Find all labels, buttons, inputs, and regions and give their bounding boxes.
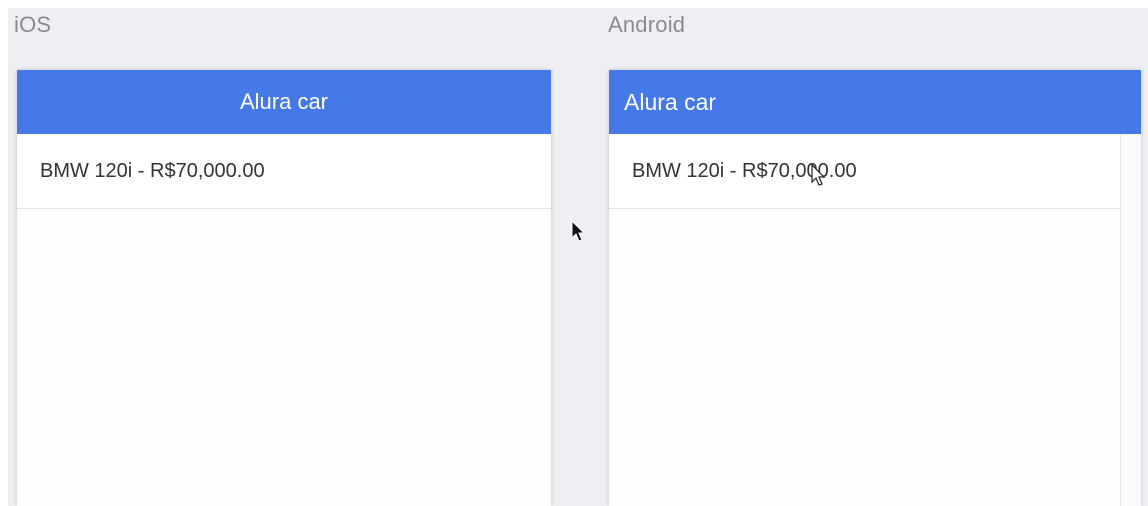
ios-app-title: Alura car [239,89,329,114]
ios-device-preview: Alura car BMW 120i - R$70,000.00 [17,70,551,506]
android-scrollbar-track[interactable] [1120,134,1141,506]
mouse-pointer-icon [571,220,586,242]
android-list-item[interactable]: BMW 120i - R$70,000.00 [609,134,1121,209]
ios-navigation-bar: Alura car [17,70,551,134]
ios-list-item-label: BMW 120i - R$70,000.00 [40,159,265,182]
mouse-pointer-outline-icon [811,164,826,186]
android-app-title: Alura car [624,88,717,115]
ios-list-item[interactable]: BMW 120i - R$70,000.00 [17,134,551,209]
ios-platform-label: iOS [14,12,52,37]
preview-canvas: iOS Android Alura car BMW 120i - R$70,00… [8,8,1148,506]
android-device-preview: Alura car BMW 120i - R$70,000.00 [609,70,1141,506]
android-platform-label: Android [608,12,686,37]
android-toolbar: Alura car [609,70,1141,134]
